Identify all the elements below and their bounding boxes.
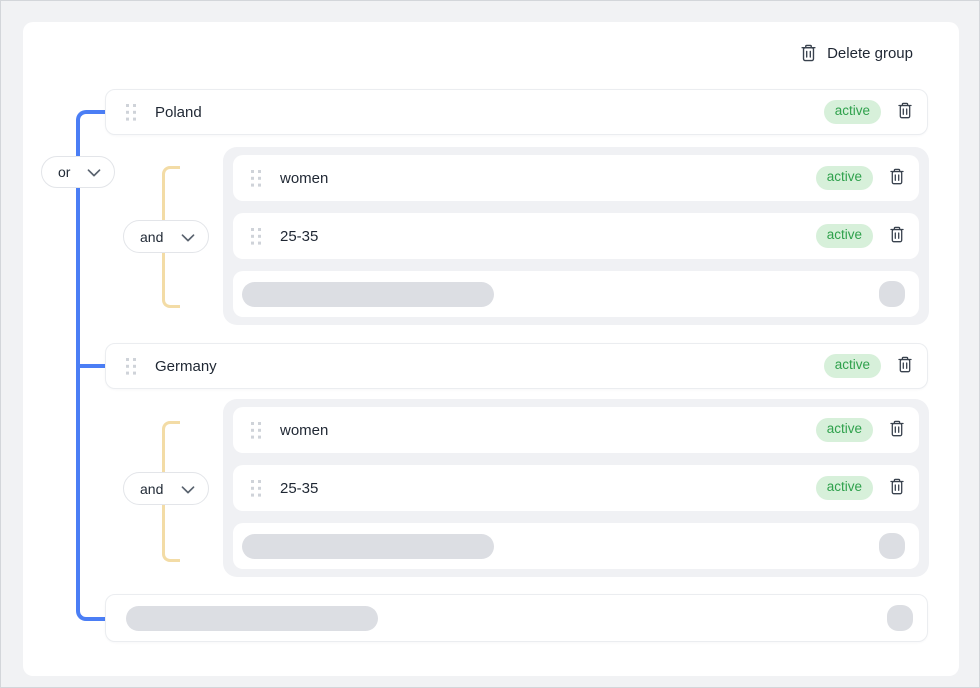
trash-icon	[800, 44, 817, 62]
trash-icon	[897, 356, 913, 376]
root-operator-dropdown[interactable]: or	[41, 156, 115, 188]
skeleton-bar	[242, 534, 494, 559]
group-label: Poland	[155, 104, 202, 121]
group-label: Germany	[155, 358, 217, 375]
condition-row: women active	[233, 407, 919, 453]
root-operator-value: or	[58, 164, 70, 180]
condition-label: women	[280, 170, 328, 187]
drag-handle-icon[interactable]	[251, 422, 262, 439]
condition-row: women active	[233, 155, 919, 201]
status-badge[interactable]: active	[816, 166, 873, 189]
group-row-germany: Germany active	[105, 343, 928, 389]
delete-row-button[interactable]	[889, 168, 905, 188]
delete-row-button[interactable]	[889, 420, 905, 440]
condition-row: 25-35 active	[233, 213, 919, 259]
delete-row-button[interactable]	[889, 478, 905, 498]
delete-row-button[interactable]	[889, 226, 905, 246]
status-badge[interactable]: active	[816, 418, 873, 441]
status-badge[interactable]: active	[824, 354, 881, 377]
placeholder-group-row	[105, 594, 928, 642]
delete-group-button[interactable]: Delete group	[800, 44, 913, 62]
filter-builder-card: Delete group or Poland active	[23, 22, 959, 676]
condition-label: 25-35	[280, 480, 318, 497]
drag-handle-icon[interactable]	[251, 480, 262, 497]
skeleton-bar	[242, 282, 494, 307]
drag-handle-icon[interactable]	[251, 228, 262, 245]
skeleton-circle	[887, 605, 913, 631]
trash-icon	[889, 226, 905, 246]
trash-icon	[897, 102, 913, 122]
or-connector-branch	[76, 364, 105, 368]
group-row-poland: Poland active	[105, 89, 928, 135]
delete-group-label: Delete group	[827, 45, 913, 62]
trash-icon	[889, 420, 905, 440]
condition-group-germany: women active 25-35 active	[223, 399, 929, 577]
drag-handle-icon[interactable]	[251, 170, 262, 187]
drag-handle-icon[interactable]	[126, 358, 137, 375]
group2-operator-value: and	[140, 481, 163, 497]
skeleton-circle	[879, 281, 905, 307]
placeholder-condition-row	[233, 523, 919, 569]
chevron-down-icon	[181, 229, 195, 245]
skeleton-bar	[126, 606, 378, 631]
condition-label: 25-35	[280, 228, 318, 245]
page-background: Delete group or Poland active	[0, 0, 980, 688]
trash-icon	[889, 478, 905, 498]
condition-group-poland: women active 25-35 active	[223, 147, 929, 325]
group2-operator-dropdown[interactable]: and	[123, 472, 209, 505]
delete-row-button[interactable]	[897, 102, 913, 122]
status-badge[interactable]: active	[816, 476, 873, 499]
chevron-down-icon	[87, 164, 101, 180]
delete-row-button[interactable]	[897, 356, 913, 376]
condition-row: 25-35 active	[233, 465, 919, 511]
drag-handle-icon[interactable]	[126, 104, 137, 121]
placeholder-condition-row	[233, 271, 919, 317]
group1-operator-value: and	[140, 229, 163, 245]
skeleton-circle	[879, 533, 905, 559]
status-badge[interactable]: active	[824, 100, 881, 123]
group1-operator-dropdown[interactable]: and	[123, 220, 209, 253]
condition-label: women	[280, 422, 328, 439]
chevron-down-icon	[181, 481, 195, 497]
status-badge[interactable]: active	[816, 224, 873, 247]
trash-icon	[889, 168, 905, 188]
